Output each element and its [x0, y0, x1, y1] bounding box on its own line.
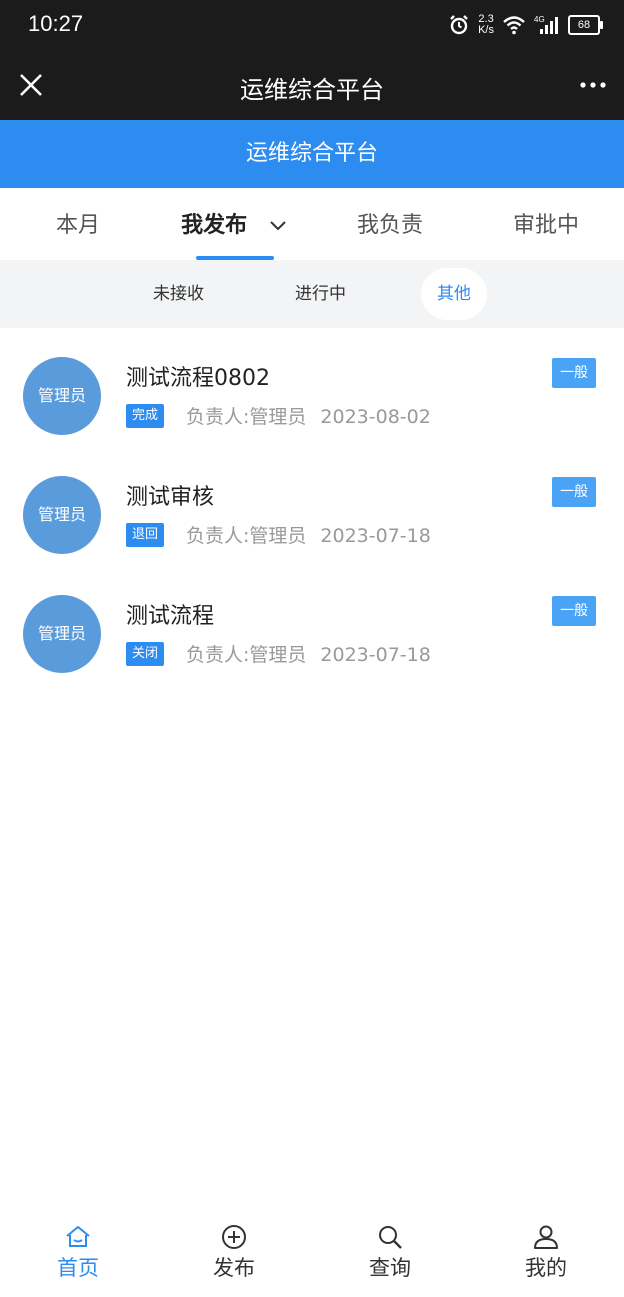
nav-publish[interactable]: 发布 — [156, 1217, 312, 1297]
item-date: 2023-07-18 — [320, 644, 431, 666]
bottom-nav: 首页 发布 查询 我的 — [0, 1217, 624, 1297]
tab-label: 我负责 — [356, 213, 423, 238]
nav-mine[interactable]: 我的 — [468, 1217, 624, 1297]
avatar: 管理员 — [23, 476, 101, 554]
tab-label: 本月 — [55, 213, 100, 238]
more-icon[interactable] — [578, 72, 608, 98]
avatar: 管理员 — [23, 595, 101, 673]
item-date: 2023-07-18 — [320, 525, 431, 547]
search-icon — [379, 1226, 402, 1249]
item-meta: 负责人:管理员 2023-07-18 — [186, 640, 431, 667]
alarm-icon — [450, 15, 468, 35]
sub-filter-bar: 未接收 进行中 其他 — [0, 260, 624, 328]
battery-level: 68 — [577, 19, 591, 31]
battery-icon: 68 — [568, 15, 603, 35]
status-time: 10:27 — [28, 11, 84, 36]
tab-label: 我发布 — [181, 213, 248, 238]
tab-in-approval[interactable]: 审批中 — [468, 188, 624, 260]
level-badge: 一般 — [552, 358, 596, 388]
app-header: 运维综合平台 — [0, 120, 624, 188]
tab-this-month[interactable]: 本月 — [0, 188, 156, 260]
window-title: 运维综合平台 — [240, 76, 384, 104]
level-badge: 一般 — [552, 596, 596, 626]
nav-label: 我的 — [525, 1256, 567, 1280]
tab-label: 审批中 — [512, 213, 579, 238]
list-item[interactable]: 管理员 测试流程0802 完成 负责人:管理员 2023-08-02 一般 — [0, 340, 624, 459]
filter-other[interactable]: 其他 — [421, 268, 487, 320]
filter-in-progress[interactable]: 进行中 — [279, 268, 362, 320]
filter-not-received[interactable]: 未接收 — [137, 268, 220, 320]
tab-bar: 本月 我发布 我负责 审批中 — [0, 188, 624, 260]
title-bar: 运维综合平台 — [0, 52, 624, 120]
status-badge: 退回 — [126, 523, 165, 547]
item-title: 测试流程 — [126, 604, 215, 629]
chevron-down-icon[interactable] — [269, 217, 287, 235]
item-title: 测试流程0802 — [126, 366, 270, 391]
user-icon — [534, 1225, 558, 1249]
task-list: 管理员 测试流程0802 完成 负责人:管理员 2023-08-02 一般 管理员… — [0, 340, 624, 697]
signal-icon: 4G — [534, 15, 558, 34]
nav-label: 首页 — [57, 1256, 99, 1280]
status-icons: 2.3 K/s 4G 68 — [448, 12, 603, 38]
item-meta: 负责人:管理员 2023-08-02 — [186, 402, 431, 429]
nav-home[interactable]: 首页 — [0, 1217, 156, 1297]
app-header-title: 运维综合平台 — [245, 141, 378, 166]
net-speed: 2.3 K/s — [478, 13, 494, 36]
plus-circle-icon — [222, 1225, 246, 1249]
avatar: 管理员 — [23, 357, 101, 435]
item-owner: 负责人:管理员 — [186, 525, 307, 547]
status-bar: 10:27 2.3 K/s 4G 68 — [0, 0, 624, 52]
item-title: 测试审核 — [126, 485, 215, 510]
item-date: 2023-08-02 — [320, 406, 431, 428]
list-item[interactable]: 管理员 测试流程 关闭 负责人:管理员 2023-07-18 一般 — [0, 578, 624, 697]
wifi-icon — [503, 16, 525, 35]
tab-my-responsible[interactable]: 我负责 — [312, 188, 468, 260]
status-badge: 关闭 — [126, 642, 165, 666]
nav-label: 发布 — [213, 1256, 255, 1280]
nav-query[interactable]: 查询 — [312, 1217, 468, 1297]
list-item[interactable]: 管理员 测试审核 退回 负责人:管理员 2023-07-18 一般 — [0, 459, 624, 578]
home-icon — [66, 1226, 90, 1247]
level-badge: 一般 — [552, 477, 596, 507]
item-meta: 负责人:管理员 2023-07-18 — [186, 521, 431, 548]
tab-my-published[interactable]: 我发布 — [156, 188, 312, 260]
network-type: 4G — [534, 15, 545, 24]
nav-label: 查询 — [369, 1256, 411, 1280]
item-owner: 负责人:管理员 — [186, 406, 307, 428]
status-badge: 完成 — [126, 404, 165, 428]
item-owner: 负责人:管理员 — [186, 644, 307, 666]
